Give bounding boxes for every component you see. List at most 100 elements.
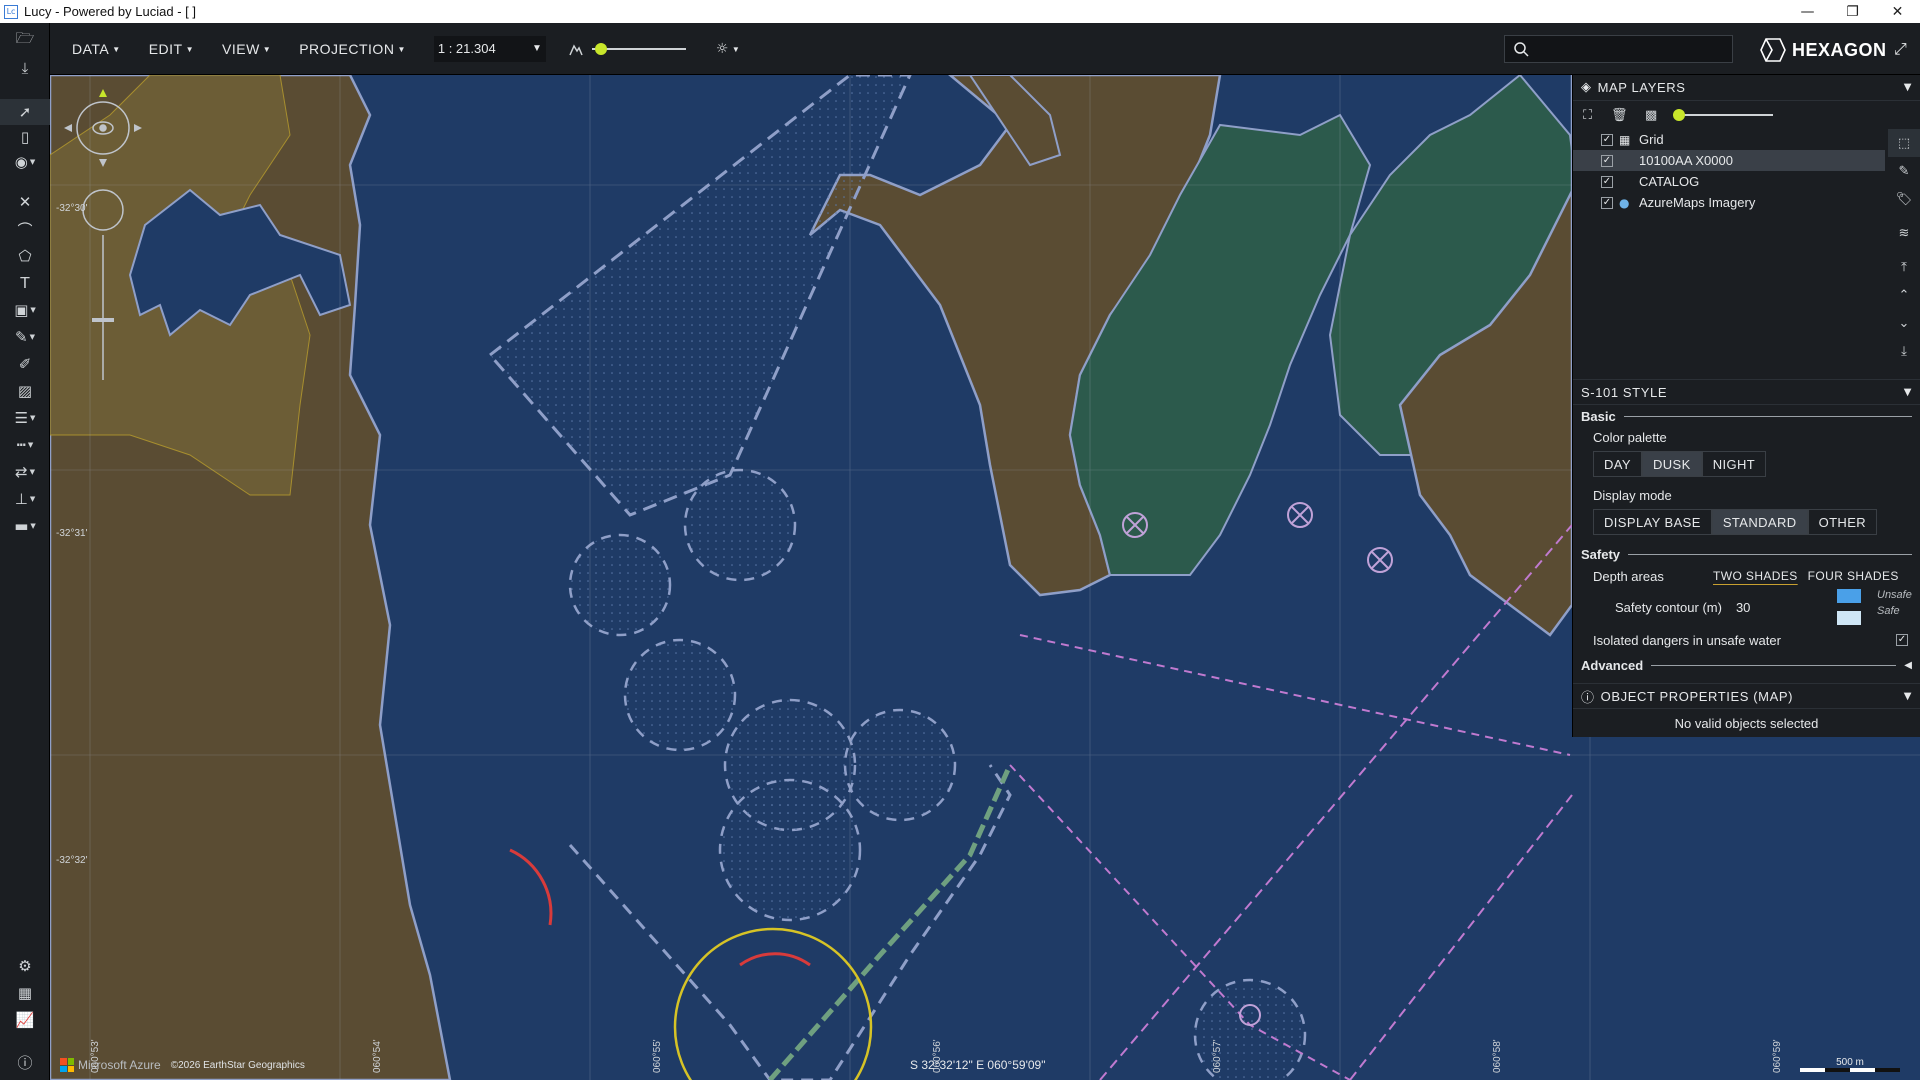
download-icon[interactable]: ⤓ [0, 55, 50, 81]
edit-layer-icon[interactable]: ✎ [1888, 157, 1920, 185]
layer-stack-icon[interactable]: ≋ [1888, 219, 1920, 247]
isolated-dangers-checkbox[interactable]: ✓ [1896, 634, 1908, 646]
scale-selector[interactable]: 1 : 21.304 ▼ [433, 35, 546, 62]
globe-icon: ● [1619, 195, 1630, 210]
light-settings-button[interactable]: ☼ ▼ [716, 40, 740, 57]
chevron-down-icon[interactable]: ▼ [1904, 387, 1912, 398]
layer-checkbox[interactable]: ✓ [1601, 133, 1613, 146]
menu-projection[interactable]: PROJECTION ▼ [299, 41, 406, 57]
close-icon[interactable]: ✕ [1875, 0, 1920, 23]
layer-opacity-slider[interactable] [1673, 109, 1773, 121]
palette-dusk-button[interactable]: DUSK [1641, 451, 1702, 477]
app-icon: Lc [4, 4, 18, 19]
zoom-control [568, 41, 686, 57]
layer-checkbox[interactable]: ✓ [1601, 154, 1613, 167]
menu-edit[interactable]: EDIT ▼ [149, 41, 194, 57]
label-layer-icon[interactable]: 🏷 [1888, 185, 1920, 213]
zoom-slider[interactable] [591, 42, 686, 55]
dashed-lines-icon[interactable]: ┅ ▼ [0, 432, 50, 458]
bookmark-icon[interactable]: ▯ [0, 124, 50, 150]
s101-style-header[interactable]: S-101 STYLE ▼ [1573, 379, 1920, 405]
paint-roller-icon[interactable]: ▬ ▼ [0, 513, 50, 539]
text-icon[interactable]: T [0, 270, 50, 296]
maximize-icon[interactable]: ❐ [1830, 0, 1875, 23]
layer-row-grid[interactable]: ✓ ▦ Grid [1573, 129, 1885, 150]
eye-icon[interactable]: ◉ ▼ [0, 149, 50, 175]
layer-row-catalog[interactable]: ✓ CATALOG [1573, 171, 1885, 192]
safe-label: Safe [1877, 605, 1900, 617]
safe-swatch [1837, 611, 1861, 625]
display-standard-button[interactable]: STANDARD [1711, 509, 1808, 535]
layer-opacity-thumb[interactable] [1673, 109, 1685, 121]
four-shades-option[interactable]: FOUR SHADES [1808, 569, 1899, 583]
display-other-button[interactable]: OTHER [1807, 509, 1878, 535]
safety-contour-value[interactable]: 30 [1736, 600, 1776, 615]
table-icon[interactable]: ▦ [0, 980, 50, 1006]
object-properties-title: OBJECT PROPERTIES (MAP) [1600, 688, 1794, 704]
main-menubar: DATA ▼ EDIT ▼ VIEW ▼ PROJECTION ▼ 1 : 21.304… [0, 23, 1920, 75]
display-mode-buttons: DISPLAY BASE STANDARD OTHER [1593, 509, 1912, 535]
search-input[interactable] [1535, 41, 1725, 57]
advanced-label: Advanced [1581, 657, 1644, 673]
menu-data[interactable]: DATA ▼ [72, 41, 121, 57]
sun-icon: ☼ [715, 41, 729, 57]
two-shades-option[interactable]: TWO SHADES [1713, 569, 1798, 583]
layer-opacity-icon[interactable]: ▩ [1645, 108, 1667, 123]
display-base-button[interactable]: DISPLAY BASE [1593, 509, 1712, 535]
layer-name: 10100AA X0000 [1639, 153, 1733, 168]
chart-icon[interactable]: 📈 [0, 1007, 50, 1033]
minimize-icon[interactable]: — [1785, 0, 1830, 23]
fullscreen-icon[interactable]: ⤢ [1894, 39, 1907, 59]
lasso-icon[interactable]: ⌒ [0, 216, 50, 242]
layer-name: CATALOG [1639, 174, 1700, 189]
move-down-icon[interactable]: ⌄ [1888, 309, 1920, 337]
menu-view[interactable]: VIEW ▼ [222, 41, 271, 57]
basic-label: Basic [1581, 408, 1616, 424]
isolated-dangers-label: Isolated dangers in unsafe water [1593, 632, 1781, 648]
safety-contour-row: Safety contour (m) 30 Unsafe Safe [1615, 587, 1912, 627]
move-up-icon[interactable]: ⌃ [1888, 281, 1920, 309]
ruler-icon[interactable]: ✎ ▼ [0, 324, 50, 350]
layer-list: ✓ ▦ Grid ✓ 10100AA X0000 ✓ CATALOG ✓ ● A… [1573, 129, 1920, 379]
close-icon[interactable]: ✕ [0, 189, 50, 215]
palette-night-button[interactable]: NIGHT [1701, 451, 1767, 477]
caret-down-icon[interactable]: ▼ [532, 43, 542, 54]
map-layers-header[interactable]: ◈ MAP LAYERS ▼ [1573, 75, 1920, 101]
delete-layer-icon[interactable]: 🗑 [1611, 108, 1633, 123]
move-bottom-icon[interactable]: ⤓ [1888, 337, 1920, 365]
object-properties-header[interactable]: ⓘ OBJECT PROPERTIES (MAP) ▼ [1573, 683, 1920, 709]
layer-row-azure[interactable]: ✓ ● AzureMaps Imagery [1573, 192, 1885, 213]
select-layer-icon[interactable]: ⬚ [1888, 129, 1920, 157]
attribution-brand: Microsoft Azure [78, 1058, 161, 1072]
layer-row-enc[interactable]: ✓ 10100AA X0000 [1573, 150, 1885, 171]
layer-checkbox[interactable]: ✓ [1601, 175, 1613, 188]
search-box[interactable] [1504, 35, 1733, 63]
polygon-icon[interactable]: ⬠ [0, 243, 50, 269]
layer-name: AzureMaps Imagery [1639, 195, 1756, 210]
select-pointer-icon[interactable]: ➚ [0, 99, 50, 125]
display-mode-label: Display mode [1593, 488, 1672, 503]
open-folder-icon[interactable]: 🗁 [0, 27, 50, 53]
shapes-icon[interactable]: ▣ ▼ [0, 297, 50, 323]
chevron-left-icon[interactable]: ◀ [1904, 660, 1912, 671]
layer-checkbox[interactable]: ✓ [1601, 196, 1613, 209]
caret-down-icon: ▼ [185, 45, 194, 55]
terrain-icon[interactable] [568, 41, 584, 57]
restricted-area [487, 75, 912, 517]
chevron-down-icon[interactable]: ▼ [1904, 691, 1912, 702]
info-icon[interactable]: ⓘ [0, 1049, 50, 1075]
lines-icon[interactable]: ☰ ▼ [0, 405, 50, 431]
move-top-icon[interactable]: ⤒ [1888, 253, 1920, 281]
grid-icon: ▦ [1619, 132, 1631, 147]
chevron-down-icon[interactable]: ▼ [1904, 82, 1912, 93]
advanced-section[interactable]: Advanced ◀ [1581, 653, 1912, 677]
fit-to-layer-icon[interactable]: ⛶ [1583, 108, 1605, 123]
zoom-slider-thumb[interactable] [595, 42, 608, 55]
globe-settings-icon[interactable]: ⚙ [0, 953, 50, 979]
lon-label: 060°55' [652, 1039, 663, 1073]
pin-icon[interactable]: ⊥ ▼ [0, 486, 50, 512]
image-icon[interactable]: ▨ [0, 378, 50, 404]
palette-day-button[interactable]: DAY [1593, 451, 1642, 477]
pencil-icon[interactable]: ✐ [0, 351, 50, 377]
swap-icon[interactable]: ⇄ ▼ [0, 459, 50, 485]
